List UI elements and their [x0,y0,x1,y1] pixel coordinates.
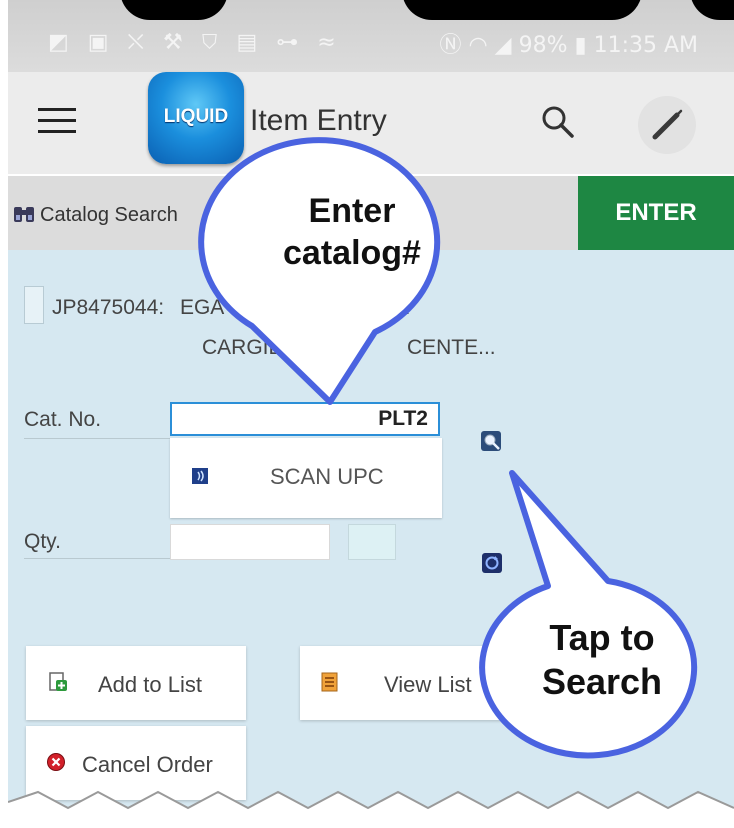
order-select-checkbox[interactable] [24,286,44,324]
qty-unit-field[interactable] [348,524,396,560]
add-to-list-label: Add to List [98,672,202,697]
clipped-header-fragment [402,0,642,20]
scan-upc-label: SCAN UPC [270,464,384,489]
tools-button[interactable] [638,96,696,154]
tap-search-callout: Tap to Search [502,616,702,704]
binoculars-icon [14,207,34,222]
account-line-1-tail: E... [379,296,411,319]
account-line-1: EGA [179,296,224,319]
account-line-2-tail: CENTE... [406,336,496,359]
system-status: Ⓝ ◠ ◢ 98% ▮ 11:35 AM [439,33,698,58]
app-bar: LIQUID Item Entry [8,72,734,174]
notification-icons: ◩ ▣ ⛌ ⚒ ⛉ ▤ ⊶ ≈ [48,30,342,55]
catalog-search-label: Catalog Search [40,204,178,226]
account-id: JP8475044: [52,296,165,319]
cancel-order-label: Cancel Order [82,752,213,777]
barcode-scan-icon [192,468,208,484]
torn-edge [8,790,734,828]
screwdriver-icon [652,109,683,140]
hamburger-menu-icon[interactable] [38,108,76,136]
tap-search-line1: Tap to [549,617,655,658]
view-list-label: View List [384,672,472,697]
search-icon[interactable] [538,102,578,142]
qty-input[interactable] [170,524,330,560]
catalog-search-button[interactable]: Catalog Search [12,202,178,227]
item-entry-form: JP8475044: EGA E... CARGILL CENTE... Cat… [8,250,734,828]
cat-no-underline [24,438,170,439]
enter-catalog-callout: Enter catalog# [252,190,452,274]
qty-label: Qty. [24,530,61,553]
enter-catalog-line2: catalog# [283,234,421,272]
catalog-lookup-icon[interactable] [480,430,502,452]
account-line-2: CARGILL [202,336,292,359]
liquid-logo: LIQUID [148,72,244,164]
refresh-icon[interactable] [482,552,502,574]
add-to-list-button[interactable]: Add to List [26,646,246,720]
enter-button[interactable]: ENTER [578,176,734,250]
cat-no-label: Cat. No. [24,408,102,431]
tap-search-line2: Search [541,661,663,702]
qty-underline [24,558,170,559]
scan-upc-option[interactable]: SCAN UPC [170,438,442,518]
view-list-button[interactable]: View List [300,646,520,720]
cat-no-input[interactable]: PLT2 [170,402,440,436]
page-title: Item Entry [250,104,387,137]
enter-catalog-line1: Enter [308,192,396,230]
cancel-icon [47,753,65,771]
list-icon [321,672,338,692]
add-document-icon [49,672,67,691]
order-account-info: JP8475044: EGA E... CARGILL CENTE... [52,288,496,368]
logo-text: LIQUID [163,106,229,127]
